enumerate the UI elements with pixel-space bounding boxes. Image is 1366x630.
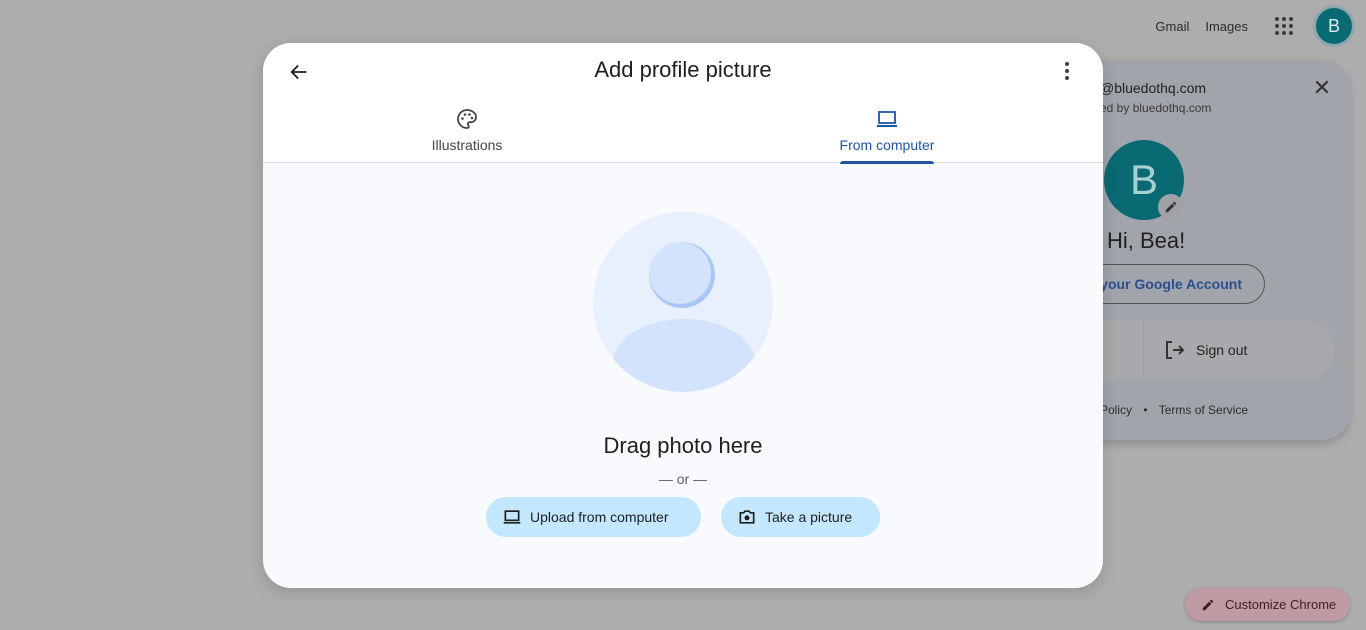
camera-icon	[739, 510, 755, 524]
or-divider: — or —	[658, 471, 708, 487]
account-managed-by: ed by bluedothq.com	[1100, 101, 1212, 115]
account-actions-row: Sign out	[1070, 320, 1334, 380]
edit-pencil-icon[interactable]	[1158, 194, 1184, 220]
pencil-icon	[1202, 599, 1214, 610]
tab-from-computer[interactable]: From computer	[807, 107, 967, 164]
dialog-title: Add profile picture	[594, 57, 772, 82]
page-header: Gmail Images B	[1155, 0, 1366, 52]
customize-chrome-label: Customize Chrome	[1225, 597, 1337, 612]
terms-link[interactable]: Terms of Service	[1159, 403, 1248, 417]
tab-from-computer-label: From computer	[839, 137, 935, 153]
privacy-policy-link[interactable]: Policy	[1100, 403, 1132, 417]
drop-zone-label: Drag photo here	[603, 433, 763, 458]
account-email: @bluedothq.com	[1100, 80, 1207, 96]
active-tab-indicator	[840, 161, 934, 164]
more-options-icon[interactable]	[1055, 59, 1079, 83]
account-avatar-button[interactable]: B	[1316, 8, 1352, 44]
profile-placeholder-image	[593, 212, 773, 392]
tab-illustrations[interactable]: Illustrations	[387, 107, 547, 163]
add-profile-picture-dialog: Add profile picture Illustrations From c…	[263, 43, 1103, 588]
gmail-link[interactable]: Gmail	[1155, 19, 1189, 34]
footer-separator: •	[1143, 403, 1148, 417]
sign-out-button[interactable]: Sign out	[1144, 320, 1334, 380]
close-icon[interactable]: ✕	[1310, 76, 1334, 100]
sign-out-label: Sign out	[1196, 342, 1248, 358]
placeholder-body	[613, 319, 755, 392]
take-picture-label: Take a picture	[765, 509, 853, 525]
apps-grid-icon[interactable]	[1272, 14, 1296, 38]
placeholder-head	[649, 242, 715, 308]
upload-from-computer-button[interactable]: Upload from computer	[486, 497, 701, 537]
greeting: Hi, Bea!	[1107, 228, 1186, 253]
sign-out-icon	[1166, 341, 1185, 359]
laptop-icon	[877, 111, 897, 127]
palette-icon	[457, 109, 477, 129]
customize-chrome-button[interactable]: Customize Chrome	[1185, 588, 1350, 621]
take-picture-button[interactable]: Take a picture	[721, 497, 880, 537]
dialog-header: Add profile picture Illustrations From c…	[263, 43, 1103, 164]
account-footer: Policy • Terms of Service	[1100, 403, 1248, 417]
images-link[interactable]: Images	[1205, 19, 1248, 34]
tab-illustrations-label: Illustrations	[431, 137, 503, 153]
laptop-icon	[503, 510, 521, 524]
upload-button-label: Upload from computer	[530, 509, 669, 525]
